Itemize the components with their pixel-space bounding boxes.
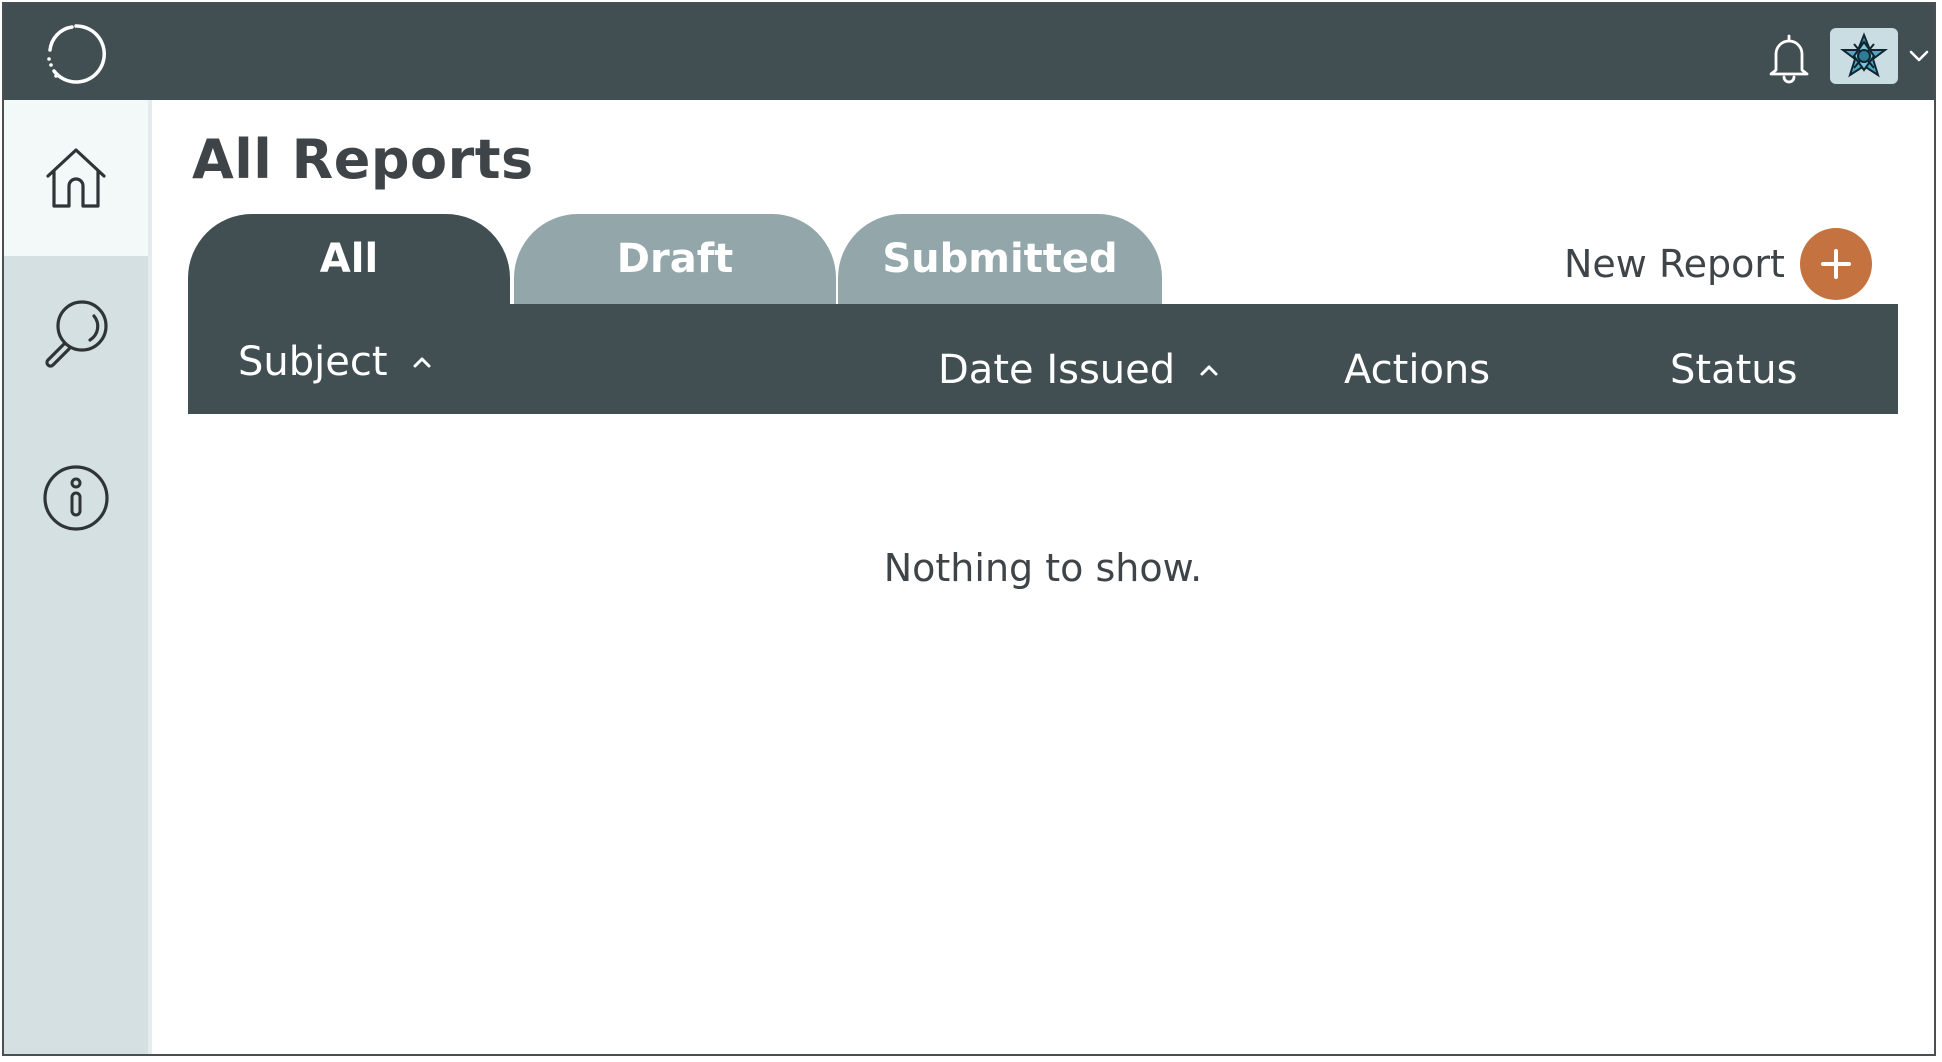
sort-asc-icon[interactable] [1197, 362, 1221, 378]
column-header-actions: Actions [1344, 342, 1490, 398]
tab-label: Submitted [882, 236, 1118, 282]
bell-icon[interactable] [1766, 32, 1812, 84]
column-header-subject[interactable]: Subject [238, 334, 434, 390]
chevron-down-icon[interactable] [1908, 48, 1930, 64]
tab-submitted[interactable]: Submitted [838, 214, 1162, 306]
app-window: All Reports All Draft Submitted New Repo… [2, 2, 1936, 1056]
new-report-button[interactable] [1800, 228, 1872, 300]
column-label: Status [1670, 347, 1798, 393]
sidebar [4, 100, 152, 1054]
column-label: Actions [1344, 347, 1491, 393]
info-icon [43, 465, 109, 531]
column-label: Date Issued [938, 347, 1176, 393]
column-header-date-issued[interactable]: Date Issued [938, 342, 1221, 398]
page-title: All Reports [192, 128, 534, 191]
new-report-label[interactable]: New Report [1564, 236, 1785, 292]
plus-icon [1821, 249, 1851, 279]
top-bar [4, 4, 1934, 100]
table-header: Subject Date Issued Actions Status [188, 304, 1898, 414]
home-icon [46, 148, 106, 208]
tab-all[interactable]: All [188, 214, 510, 310]
avatar[interactable] [1830, 28, 1898, 84]
sidebar-item-info[interactable] [4, 420, 148, 576]
search-icon [45, 300, 108, 368]
empty-state-message: Nothing to show. [883, 546, 1203, 590]
column-header-status: Status [1670, 342, 1797, 398]
geometric-star-avatar [1840, 32, 1888, 78]
tab-label: Draft [616, 236, 734, 282]
sidebar-item-search[interactable] [4, 256, 148, 412]
sidebar-item-home[interactable] [4, 100, 148, 256]
tab-label: All [319, 236, 379, 282]
column-label: Subject [238, 339, 388, 385]
loading-circle-icon[interactable] [44, 22, 108, 86]
tab-draft[interactable]: Draft [514, 214, 836, 306]
sort-asc-icon[interactable] [410, 354, 434, 370]
